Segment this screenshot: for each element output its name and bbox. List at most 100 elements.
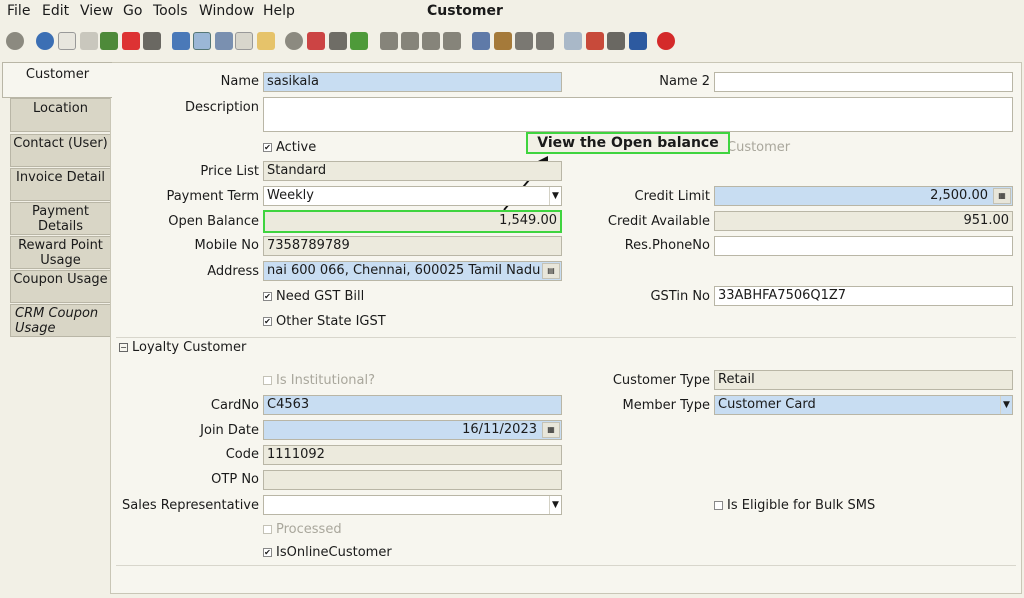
parent-record-icon[interactable] xyxy=(329,32,347,50)
credit-limit-value: 2,500.00 xyxy=(930,188,988,203)
last-record-icon[interactable] xyxy=(443,32,461,50)
tab-coupon-usage[interactable]: Coupon Usage xyxy=(10,270,110,303)
name2-field[interactable] xyxy=(714,72,1013,92)
bulk-sms-checkbox[interactable]: Is Eligible for Bulk SMS xyxy=(714,498,875,513)
join-date-field[interactable]: 16/11/2023 ▦ xyxy=(263,420,562,440)
payment-term-select[interactable]: Weekly ▼ xyxy=(263,186,562,206)
address-field[interactable]: nai 600 066, Chennai, 600025 Tamil Nadu ▤ xyxy=(263,261,562,281)
other-state-igst-checkbox[interactable]: ✔ Other State IGST xyxy=(263,314,386,329)
tab-crm-coupon-usage[interactable]: CRM Coupon Usage xyxy=(10,304,110,337)
print-preview-icon[interactable] xyxy=(515,32,533,50)
res-phone-label: Res.PhoneNo xyxy=(624,238,710,253)
menu-go[interactable]: Go xyxy=(123,3,142,19)
tab-payment-details[interactable]: Payment Details xyxy=(10,202,110,235)
gstin-label: GSTin No xyxy=(650,289,710,304)
delete-icon[interactable] xyxy=(122,32,140,50)
name-field[interactable]: sasikala xyxy=(263,72,562,92)
toolbar xyxy=(0,26,1024,60)
find-icon[interactable] xyxy=(193,32,211,50)
print-icon[interactable] xyxy=(536,32,554,50)
menu-file[interactable]: File xyxy=(7,3,30,19)
tab-contact[interactable]: Contact (User) xyxy=(10,134,110,167)
institutional-checkbox[interactable]: Is Institutional? xyxy=(263,373,375,388)
need-gst-check-icon: ✔ xyxy=(263,292,272,301)
open-balance-callout: View the Open balance xyxy=(526,132,730,154)
location-picker-icon[interactable]: ▤ xyxy=(542,263,560,279)
help-icon[interactable] xyxy=(36,32,54,50)
chevron-down-icon[interactable]: ▼ xyxy=(549,496,561,514)
customer-type-field: Retail xyxy=(714,370,1013,390)
tab-customer[interactable]: Customer xyxy=(2,62,112,98)
description-field[interactable] xyxy=(263,97,1013,132)
join-date-value: 16/11/2023 xyxy=(462,422,537,437)
otp-field xyxy=(263,470,562,490)
cardno-field[interactable]: C4563 xyxy=(263,395,562,415)
loyalty-section-header[interactable]: − Loyalty Customer xyxy=(116,337,1016,359)
refresh-icon[interactable] xyxy=(172,32,190,50)
active-label: Active xyxy=(276,140,317,155)
address-label: Address xyxy=(207,264,259,279)
member-type-select[interactable]: Customer Card ▼ xyxy=(714,395,1013,415)
address-value: nai 600 066, Chennai, 600025 Tamil Nadu xyxy=(267,263,541,278)
save-icon[interactable] xyxy=(100,32,118,50)
chevron-down-icon[interactable]: ▼ xyxy=(1000,396,1012,414)
exit-icon[interactable] xyxy=(657,32,675,50)
credit-available-label: Credit Available xyxy=(607,214,710,229)
menu-view[interactable]: View xyxy=(80,3,113,19)
tab-invoice-detail[interactable]: Invoice Detail xyxy=(10,168,110,201)
undo-icon[interactable] xyxy=(6,32,24,50)
price-list-label: Price List xyxy=(200,164,259,179)
res-phone-field[interactable] xyxy=(714,236,1013,256)
credit-limit-field[interactable]: 2,500.00 ▦ xyxy=(714,186,1013,206)
delete-selection-icon[interactable] xyxy=(143,32,161,50)
otp-label: OTP No xyxy=(211,472,259,487)
report-icon[interactable] xyxy=(472,32,490,50)
online-customer-checkbox[interactable]: ✔ IsOnlineCustomer xyxy=(263,545,392,560)
online-check-icon: ✔ xyxy=(263,548,272,557)
description-label: Description xyxy=(184,100,259,115)
mobile-field[interactable]: 7358789789 xyxy=(263,236,562,256)
menu-help[interactable]: Help xyxy=(263,3,295,19)
processed-check-icon xyxy=(263,525,272,534)
tab-location[interactable]: Location xyxy=(10,98,110,132)
open-balance-label: Open Balance xyxy=(168,214,259,229)
collapse-icon[interactable]: − xyxy=(119,343,128,352)
need-gst-checkbox[interactable]: ✔ Need GST Bill xyxy=(263,289,364,304)
detail-record-icon[interactable] xyxy=(350,32,368,50)
member-type-label: Member Type xyxy=(622,398,710,413)
request-icon[interactable] xyxy=(607,32,625,50)
price-list-field: Standard xyxy=(263,161,562,181)
tab-reward-point-usage[interactable]: Reward Point Usage xyxy=(10,236,110,269)
new-record-icon[interactable] xyxy=(58,32,76,50)
chevron-down-icon[interactable]: ▼ xyxy=(549,187,561,205)
cardno-label: CardNo xyxy=(210,398,259,413)
next-record-icon[interactable] xyxy=(422,32,440,50)
processed-checkbox[interactable]: Processed xyxy=(263,522,342,537)
active-checkbox[interactable]: ✔ Active xyxy=(263,140,316,155)
active-check-icon: ✔ xyxy=(263,143,272,152)
grid-toggle-icon[interactable] xyxy=(257,32,275,50)
calculator-icon[interactable]: ▦ xyxy=(993,188,1011,204)
sales-rep-select[interactable]: ▼ xyxy=(263,495,562,515)
copy-record-icon[interactable] xyxy=(80,32,98,50)
menu-edit[interactable]: Edit xyxy=(42,3,69,19)
window-title: Customer xyxy=(427,3,503,19)
menu-tools[interactable]: Tools xyxy=(153,3,188,19)
archive-icon[interactable] xyxy=(494,32,512,50)
calendar-icon[interactable]: ▦ xyxy=(542,422,560,438)
open-balance-field: 1,549.00 xyxy=(263,210,562,233)
product-info-icon[interactable] xyxy=(629,32,647,50)
menu-window[interactable]: Window xyxy=(199,3,254,19)
history-icon[interactable] xyxy=(285,32,303,50)
workflow-icon[interactable] xyxy=(586,32,604,50)
zoom-across-icon[interactable] xyxy=(564,32,582,50)
gstin-field[interactable]: 33ABHFA7506Q1Z7 xyxy=(714,286,1013,306)
multi-window-icon[interactable] xyxy=(235,32,253,50)
attachment-icon[interactable] xyxy=(215,32,233,50)
first-record-icon[interactable] xyxy=(380,32,398,50)
previous-record-icon[interactable] xyxy=(401,32,419,50)
bulk-sms-label: Is Eligible for Bulk SMS xyxy=(727,498,876,513)
home-icon[interactable] xyxy=(307,32,325,50)
join-date-label: Join Date xyxy=(200,423,259,438)
other-state-label: Other State IGST xyxy=(276,314,386,329)
